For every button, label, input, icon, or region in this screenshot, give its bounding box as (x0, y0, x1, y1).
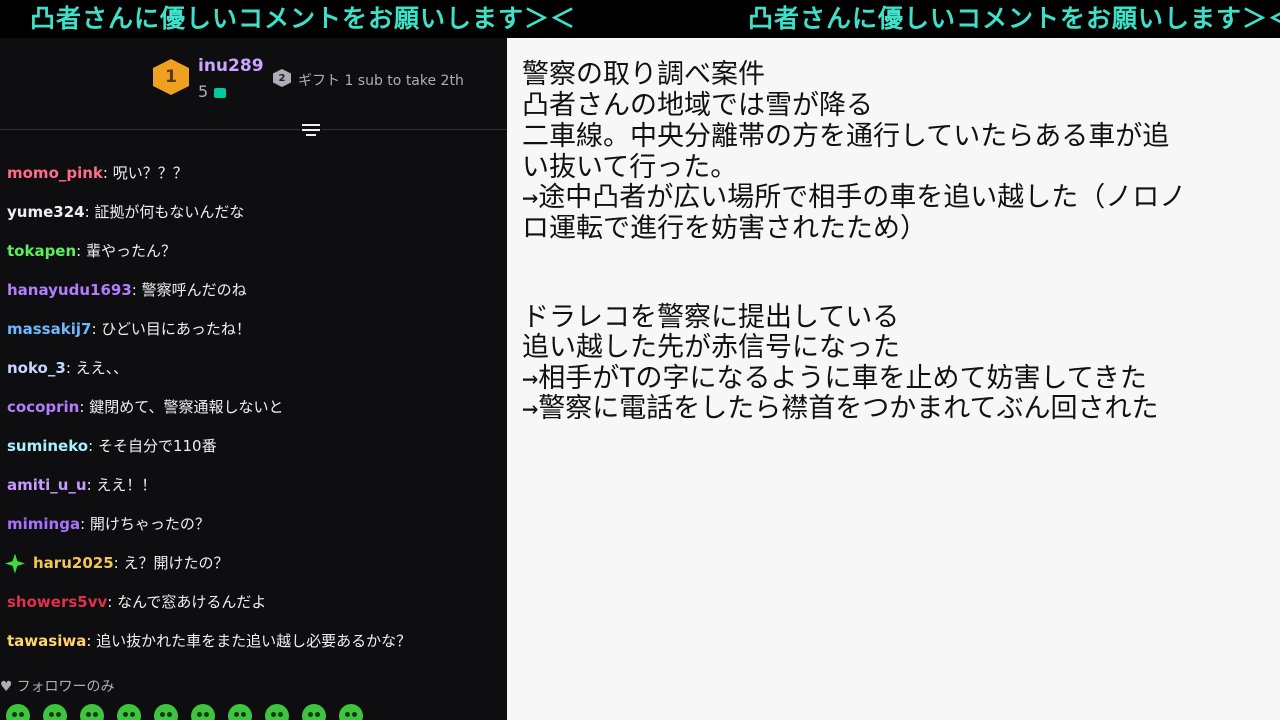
chat-username[interactable]: noko_3 (7, 359, 66, 377)
chat-text: ひどい目にあったね！ (101, 320, 251, 338)
note-line: →途中凸者が広い場所で相手の車を追い越した（ノロノ (522, 182, 1187, 213)
chat-username[interactable]: amiti_u_u (7, 476, 87, 494)
chat-username[interactable]: tawasiwa (7, 632, 86, 650)
chat-message: sumineko: そそ自分で110番 (7, 431, 217, 461)
separator: : (80, 515, 90, 533)
ticker-text-repeat: 凸者さんに優しいコメントをお願いします＞＜ (748, 4, 1280, 33)
chat-username[interactable]: showers5vv (7, 593, 107, 611)
note-line: 二車線。中央分離帯の方を通行していたらある車が追 (522, 121, 1170, 152)
chat-text: え？開けたの？ (123, 554, 229, 572)
chat-text: 輩やったん？ (86, 242, 177, 260)
chat-username[interactable]: haru2025 (33, 554, 114, 572)
rank-1-badge-icon: 1 (153, 59, 189, 95)
gift-message: ギフト 1 sub to take 2th (298, 73, 464, 89)
chat-username[interactable]: tokapen (7, 242, 76, 260)
gift-leaderboard: 1 inu289 5 2 ギフト 1 sub to take 2th (0, 38, 507, 128)
chat-message: miminga: 開けちゃったの？ (7, 509, 210, 539)
note-line: ロ運転で進行を妨害されたため） (522, 213, 927, 244)
chat-text: ええ、、 (75, 359, 129, 377)
chat-message: cocoprin: 鍵閉めて、警察通報しないと (7, 392, 283, 422)
separator: : (65, 359, 76, 377)
followers-only-notice: ♥ フォロワーのみ (0, 679, 115, 695)
separator: : (86, 632, 97, 650)
top-gifter-name[interactable]: inu289 (198, 56, 264, 76)
separator: : (107, 593, 118, 611)
separator: : (102, 164, 113, 182)
note-line: →警察に電話をしたら襟首をつかまれてぶん回された (522, 393, 1159, 424)
chat-text: 鍵閉めて、警察通報しないと (89, 398, 284, 416)
separator: : (76, 242, 86, 260)
emote-icon[interactable] (302, 704, 326, 720)
chat-text: 追い抜かれた車をまた追い越し必要あるかな？ (96, 632, 412, 650)
emote-icon[interactable] (117, 704, 141, 720)
chat-text: なんで窓あけるんだよ (117, 593, 267, 611)
gift-count: 5 (198, 82, 227, 101)
ticker-text: 凸者さんに優しいコメントをお願いします＞＜ (30, 4, 577, 33)
chat-username[interactable]: miminga (7, 515, 80, 533)
chat-text: 呪い？？？ (112, 164, 188, 182)
separator: : (113, 554, 124, 572)
chat-text: 証拠が何もないんだな (94, 203, 245, 221)
gift-icon (214, 87, 227, 98)
emote-icon[interactable] (80, 704, 104, 720)
sparkle-badge-icon (5, 553, 25, 574)
separator: : (88, 437, 98, 455)
emote-icon[interactable] (154, 704, 178, 720)
emote-icon[interactable] (43, 704, 67, 720)
separator: : (131, 281, 142, 299)
chat-text: ええ！！ (96, 476, 157, 494)
notes-panel: 警察の取り調べ案件 凸者さんの地域では雪が降る 二車線。中央分離帯の方を通行していた… (507, 38, 1280, 720)
emote-icon[interactable] (228, 704, 252, 720)
chat-username[interactable]: hanayudu1693 (7, 281, 132, 299)
chat-message: momo_pink: 呪い？？？ (7, 158, 188, 188)
separator: : (79, 398, 90, 416)
emote-icon[interactable] (6, 704, 30, 720)
chat-username[interactable]: massakij7 (7, 320, 91, 338)
chat-username[interactable]: yume324 (7, 203, 85, 221)
chat-message: yume324: 証拠が何もないんだな (7, 197, 244, 227)
chat-message: amiti_u_u: ええ！！ (7, 470, 156, 500)
chat-panel: 1 inu289 5 2 ギフト 1 sub to take 2th momo_… (0, 38, 507, 720)
divider (0, 129, 507, 130)
chat-username[interactable]: sumineko (7, 437, 88, 455)
separator: : (91, 320, 102, 338)
rank-2-badge-icon: 2 (273, 69, 291, 87)
note-line: 警察の取り調べ案件 (522, 59, 765, 90)
note-line: 凸者さんの地域では雪が降る (522, 90, 873, 121)
separator: : (84, 203, 95, 221)
chat-text: そそ自分で110番 (97, 437, 217, 455)
note-line: 追い越した先が赤信号になった (522, 332, 900, 363)
emote-icon[interactable] (191, 704, 215, 720)
chat-text: 警察呼んだのね (141, 281, 247, 299)
emote-icon[interactable] (265, 704, 289, 720)
separator: : (86, 476, 97, 494)
chat-text: 開けちゃったの？ (89, 515, 210, 533)
chat-message: massakij7: ひどい目にあったね！ (7, 314, 251, 344)
chat-username[interactable]: cocoprin (7, 398, 79, 416)
note-line: →相手がTの字になるように車を止めて妨害してきた (522, 363, 1147, 394)
emote-bar (6, 704, 363, 720)
chat-message: tokapen: 輩やったん？ (7, 236, 176, 266)
note-line: い抜いて行った。 (522, 152, 738, 183)
chat-message: haru2025: え？開けたの？ (5, 548, 229, 578)
chat-message: hanayudu1693: 警察呼んだのね (7, 275, 247, 305)
chat-username[interactable]: momo_pink (7, 164, 103, 182)
heart-icon: ♥ (0, 679, 13, 695)
note-line: ドラレコを警察に提出している (522, 302, 900, 333)
chat-message: noko_3: ええ、、 (7, 353, 128, 383)
chat-message: showers5vv: なんで窓あけるんだよ (7, 587, 266, 617)
ticker-banner: 凸者さんに優しいコメントをお願いします＞＜ 凸者さんに優しいコメントをお願いしま… (0, 0, 1280, 38)
emote-icon[interactable] (339, 704, 363, 720)
collapse-icon[interactable] (300, 122, 322, 138)
chat-message: tawasiwa: 追い抜かれた車をまた追い越し必要あるかな？ (7, 626, 411, 656)
